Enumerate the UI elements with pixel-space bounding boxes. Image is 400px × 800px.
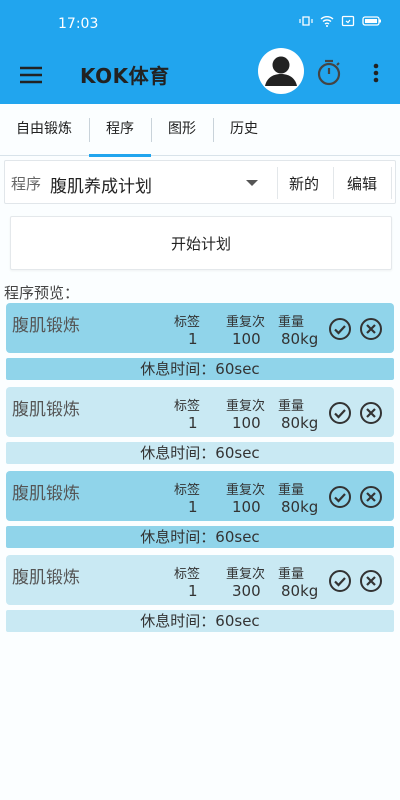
- exercise-card[interactable]: 腹肌锻炼 标签 重复次 重量 1 300 80kg: [6, 555, 394, 605]
- tag-value: 1: [188, 498, 198, 516]
- divider: [277, 167, 278, 199]
- program-label: 程序: [11, 175, 42, 193]
- app-title: KOK体育: [80, 64, 170, 88]
- weight-value: 80kg: [281, 330, 319, 348]
- reps-header: 重复次: [226, 483, 266, 498]
- program-preview-label: 程序预览：: [4, 284, 80, 302]
- check-circle-icon[interactable]: [328, 317, 352, 341]
- tag-value: 1: [188, 330, 198, 348]
- reps-header: 重复次: [226, 315, 266, 330]
- wifi-icon: [320, 14, 334, 28]
- tag-header: 标签: [174, 483, 201, 498]
- sim-icon: [341, 14, 355, 28]
- exercise-name: 腹肌锻炼: [12, 484, 80, 504]
- tab-program[interactable]: 程序: [89, 104, 151, 157]
- weight-header: 重量: [278, 315, 305, 330]
- tab-history[interactable]: 历史: [213, 104, 275, 156]
- app-bar: KOK体育: [0, 48, 400, 104]
- tab-free-workout[interactable]: 自由锻炼: [6, 104, 82, 156]
- reps-value: 100: [232, 498, 261, 516]
- tab-bar: 自由锻炼 程序 图形 历史: [0, 104, 400, 157]
- stopwatch-icon[interactable]: [316, 58, 342, 86]
- tag-value: 1: [188, 582, 198, 600]
- avatar[interactable]: [258, 48, 304, 94]
- exercise-name: 腹肌锻炼: [12, 568, 80, 588]
- status-icons: [299, 14, 382, 28]
- reps-value: 100: [232, 414, 261, 432]
- status-bar: 17:03: [0, 0, 400, 48]
- rest-time-bar: 休息时间：60sec: [6, 610, 394, 632]
- exercise-name: 腹肌锻炼: [12, 316, 80, 336]
- cancel-circle-icon[interactable]: [359, 569, 383, 593]
- vibrate-icon: [299, 14, 313, 28]
- tab-graph[interactable]: 图形: [151, 104, 213, 156]
- weight-header: 重量: [278, 567, 305, 582]
- divider: [391, 167, 392, 199]
- exercise-name: 腹肌锻炼: [12, 400, 80, 420]
- weight-header: 重量: [278, 483, 305, 498]
- cancel-circle-icon[interactable]: [359, 485, 383, 509]
- cancel-circle-icon[interactable]: [359, 317, 383, 341]
- reps-value: 300: [232, 582, 261, 600]
- weight-value: 80kg: [281, 414, 319, 432]
- edit-program-button[interactable]: 编辑: [347, 173, 377, 194]
- program-dropdown[interactable]: 腹肌养成计划: [50, 172, 152, 197]
- program-selector: 程序 腹肌养成计划 新的 编辑: [4, 160, 396, 204]
- check-circle-icon[interactable]: [328, 485, 352, 509]
- menu-icon[interactable]: [18, 62, 44, 88]
- rest-time-bar: 休息时间：60sec: [6, 442, 394, 464]
- status-time: 17:03: [58, 16, 99, 32]
- battery-icon: [362, 14, 382, 28]
- start-plan-button[interactable]: 开始计划: [10, 216, 392, 270]
- rest-time-bar: 休息时间：60sec: [6, 526, 394, 548]
- exercise-card[interactable]: 腹肌锻炼 标签 重复次 重量 1 100 80kg: [6, 303, 394, 353]
- exercise-card[interactable]: 腹肌锻炼 标签 重复次 重量 1 100 80kg: [6, 387, 394, 437]
- cancel-circle-icon[interactable]: [359, 401, 383, 425]
- weight-value: 80kg: [281, 498, 319, 516]
- tag-value: 1: [188, 414, 198, 432]
- tag-header: 标签: [174, 315, 201, 330]
- rest-time-bar: 休息时间：60sec: [6, 358, 394, 380]
- check-circle-icon[interactable]: [328, 401, 352, 425]
- weight-header: 重量: [278, 399, 305, 414]
- tag-header: 标签: [174, 567, 201, 582]
- dropdown-arrow-icon[interactable]: [246, 180, 258, 186]
- divider: [333, 167, 334, 199]
- more-options-icon[interactable]: [366, 60, 386, 86]
- new-program-button[interactable]: 新的: [289, 173, 319, 194]
- tag-header: 标签: [174, 399, 201, 414]
- check-circle-icon[interactable]: [328, 569, 352, 593]
- reps-header: 重复次: [226, 399, 266, 414]
- reps-header: 重复次: [226, 567, 266, 582]
- reps-value: 100: [232, 330, 261, 348]
- exercise-card[interactable]: 腹肌锻炼 标签 重复次 重量 1 100 80kg: [6, 471, 394, 521]
- weight-value: 80kg: [281, 582, 319, 600]
